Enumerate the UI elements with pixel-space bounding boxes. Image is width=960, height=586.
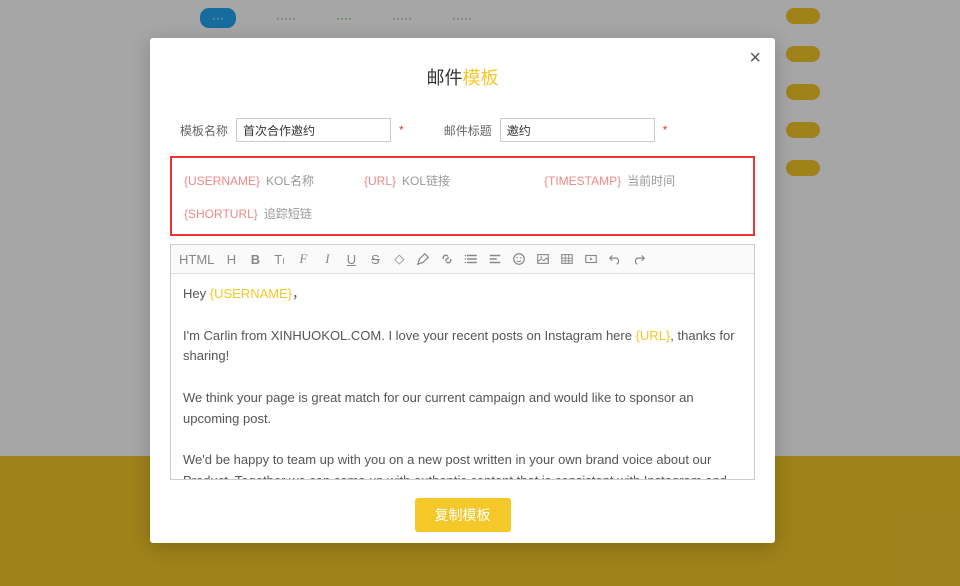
brush-icon[interactable] bbox=[416, 252, 430, 266]
underline-icon[interactable]: U bbox=[344, 252, 358, 267]
email-subject-label: 邮件标题 bbox=[444, 122, 492, 139]
close-icon[interactable]: × bbox=[749, 48, 761, 68]
font-icon[interactable]: F bbox=[296, 251, 310, 267]
editor-toolbar: HTML H B TI F I U S ◇ bbox=[171, 245, 754, 274]
variables-row-1: {USERNAME} KOL名称 {URL} KOL链接 {TIMESTAMP}… bbox=[184, 172, 741, 189]
editor-content[interactable]: Hey {USERNAME}， I'm Carlin from XINHUOKO… bbox=[171, 274, 754, 479]
align-icon[interactable] bbox=[488, 252, 502, 266]
video-icon[interactable] bbox=[584, 252, 598, 266]
redo-icon[interactable] bbox=[632, 252, 646, 266]
textsize-icon[interactable]: TI bbox=[272, 252, 286, 267]
email-template-modal: × 邮件模板 模板名称 * 邮件标题 * {USERNAME} KOL名称 {U… bbox=[150, 38, 775, 543]
required-mark: * bbox=[399, 123, 404, 137]
undo-icon[interactable] bbox=[608, 252, 622, 266]
copy-row: 复制模板 bbox=[150, 498, 775, 532]
rich-text-editor: HTML H B TI F I U S ◇ bbox=[170, 244, 755, 480]
variable-item[interactable]: {TIMESTAMP} 当前时间 bbox=[544, 172, 675, 189]
variable-item[interactable]: {USERNAME} KOL名称 bbox=[184, 172, 354, 189]
variable-item[interactable]: {SHORTURL} 追踪短链 bbox=[184, 205, 312, 222]
heading-icon[interactable]: H bbox=[224, 252, 238, 267]
body-p1: I'm Carlin from XINHUOKOL.COM. I love yo… bbox=[183, 326, 742, 368]
list-icon[interactable] bbox=[464, 252, 478, 266]
table-icon[interactable] bbox=[560, 252, 574, 266]
link-icon[interactable] bbox=[440, 252, 454, 266]
toolbar-html-button[interactable]: HTML bbox=[179, 252, 214, 267]
form-row: 模板名称 * 邮件标题 * bbox=[180, 118, 745, 142]
template-name-input[interactable] bbox=[236, 118, 391, 142]
template-name-label: 模板名称 bbox=[180, 122, 228, 139]
variable-item[interactable]: {URL} KOL链接 bbox=[364, 172, 534, 189]
copy-template-button[interactable]: 复制模板 bbox=[415, 498, 511, 532]
required-mark: * bbox=[663, 123, 668, 137]
body-greeting: Hey {USERNAME}， bbox=[183, 284, 742, 305]
variables-row-2: {SHORTURL} 追踪短链 bbox=[184, 205, 741, 222]
emoji-icon[interactable] bbox=[512, 252, 526, 266]
strike-icon[interactable]: S bbox=[368, 252, 382, 267]
italic-icon[interactable]: I bbox=[320, 251, 334, 267]
email-subject-input[interactable] bbox=[500, 118, 655, 142]
bold-icon[interactable]: B bbox=[248, 252, 262, 267]
image-icon[interactable] bbox=[536, 252, 550, 266]
body-p2: We think your page is great match for ou… bbox=[183, 388, 742, 430]
body-p3: We'd be happy to team up with you on a n… bbox=[183, 450, 742, 479]
modal-title: 邮件模板 bbox=[150, 38, 775, 90]
variables-box: {USERNAME} KOL名称 {URL} KOL链接 {TIMESTAMP}… bbox=[170, 156, 755, 236]
clear-icon[interactable]: ◇ bbox=[392, 251, 406, 267]
